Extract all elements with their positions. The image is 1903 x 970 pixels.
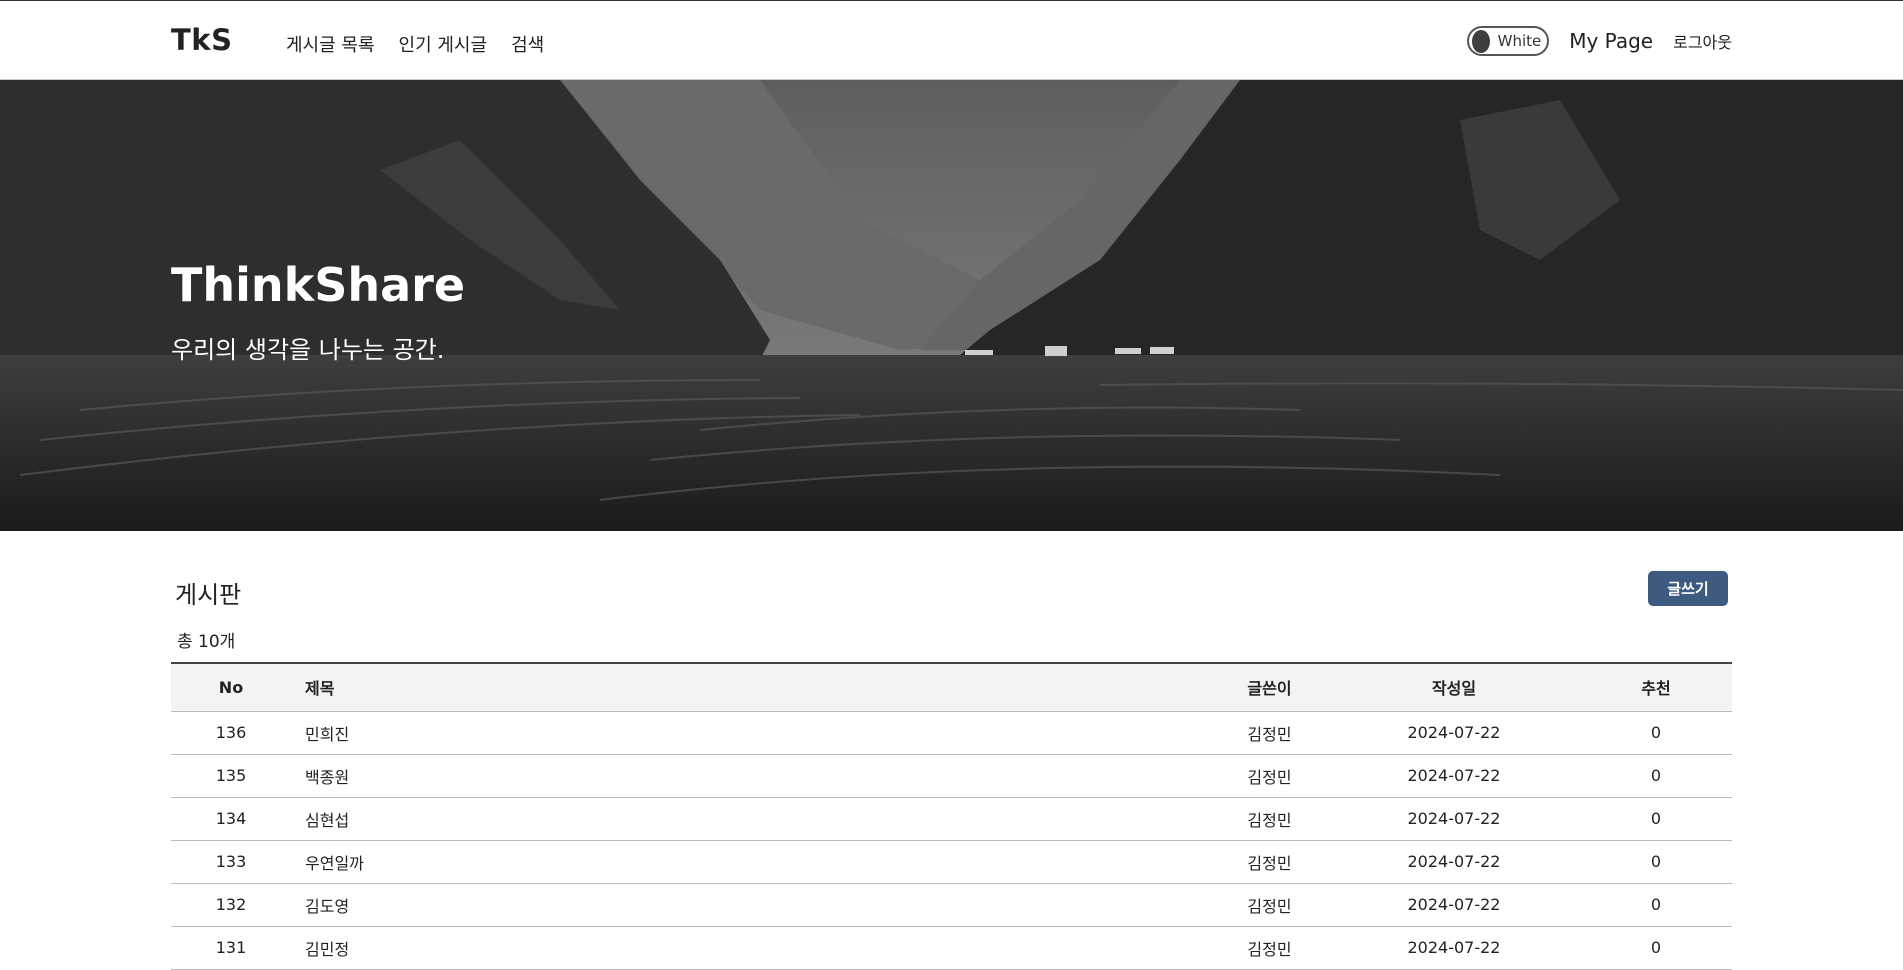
row-title-link[interactable]: 김도영 [291,883,1211,926]
row-title-link[interactable]: 우연일까 [291,840,1211,883]
row-recommend: 0 [1650,723,1662,742]
post-table: No 제목 글쓴이 작성일 추천 136 민희진 김정민 2024-07-22 … [171,662,1732,970]
nav-popular-posts[interactable]: 인기 게시글 [399,31,488,57]
row-title-link[interactable]: 김민정 [291,926,1211,969]
col-date: 작성일 [1431,679,1477,699]
nav-post-list[interactable]: 게시글 목록 [286,31,375,57]
my-page-link[interactable]: My Page [1569,29,1653,53]
row-recommend: 0 [1650,809,1662,828]
row-no: 134 [215,809,247,828]
row-recommend: 0 [1650,895,1662,914]
top-navbar: TkS 게시글 목록 인기 게시글 검색 White My Page 로그아웃 [0,0,1903,80]
row-title-link[interactable]: 백종원 [291,754,1211,797]
logout-link[interactable]: 로그아웃 [1673,29,1732,53]
row-recommend: 0 [1650,938,1662,957]
col-title: 제목 [305,679,335,699]
row-no: 132 [215,895,247,914]
table-row[interactable]: 134 심현섭 김정민 2024-07-22 0 [171,797,1732,840]
col-recommend: 추천 [1641,679,1671,699]
table-row[interactable]: 131 김민정 김정민 2024-07-22 0 [171,926,1732,969]
row-title-link[interactable]: 심현섭 [291,797,1211,840]
row-date: 2024-07-22 [1407,852,1501,871]
row-author: 김정민 [1247,767,1292,787]
user-nav: White My Page 로그아웃 [1467,26,1732,56]
theme-toggle-label: White [1497,32,1542,50]
table-row[interactable]: 133 우연일까 김정민 2024-07-22 0 [171,840,1732,883]
board-title: 게시판 [175,581,242,609]
theme-toggle[interactable]: White [1467,26,1550,56]
hero-banner: ThinkShare 우리의 생각을 나누는 공간. [0,80,1903,531]
hero-title: ThinkShare [171,258,466,312]
row-author: 김정민 [1247,810,1292,830]
write-post-button[interactable]: 글쓰기 [1648,571,1728,606]
row-no: 135 [215,766,247,785]
table-row[interactable]: 132 김도영 김정민 2024-07-22 0 [171,883,1732,926]
row-author: 김정민 [1247,896,1292,916]
main-nav: 게시글 목록 인기 게시글 검색 [286,31,544,57]
table-row[interactable]: 136 민희진 김정민 2024-07-22 0 [171,711,1732,754]
row-date: 2024-07-22 [1407,723,1501,742]
col-no: No [218,677,244,697]
site-logo[interactable]: TkS [171,23,232,57]
row-no: 131 [215,938,247,957]
row-author: 김정민 [1247,853,1292,873]
row-no: 133 [215,852,247,871]
hero-subtitle: 우리의 생각을 나누는 공간. [171,336,445,364]
row-date: 2024-07-22 [1407,938,1501,957]
table-header-row: No 제목 글쓴이 작성일 추천 [171,663,1732,711]
nav-search[interactable]: 검색 [511,31,544,57]
row-title-link[interactable]: 민희진 [291,711,1211,754]
row-date: 2024-07-22 [1407,809,1501,828]
row-date: 2024-07-22 [1407,895,1501,914]
row-author: 김정민 [1247,724,1292,744]
row-recommend: 0 [1650,852,1662,871]
row-date: 2024-07-22 [1407,766,1501,785]
row-recommend: 0 [1650,766,1662,785]
row-author: 김정민 [1247,939,1292,959]
total-count: 총 10개 [177,632,236,652]
col-author: 글쓴이 [1247,679,1292,699]
table-row[interactable]: 135 백종원 김정민 2024-07-22 0 [171,754,1732,797]
row-no: 136 [215,723,247,742]
toggle-knob [1472,29,1490,53]
